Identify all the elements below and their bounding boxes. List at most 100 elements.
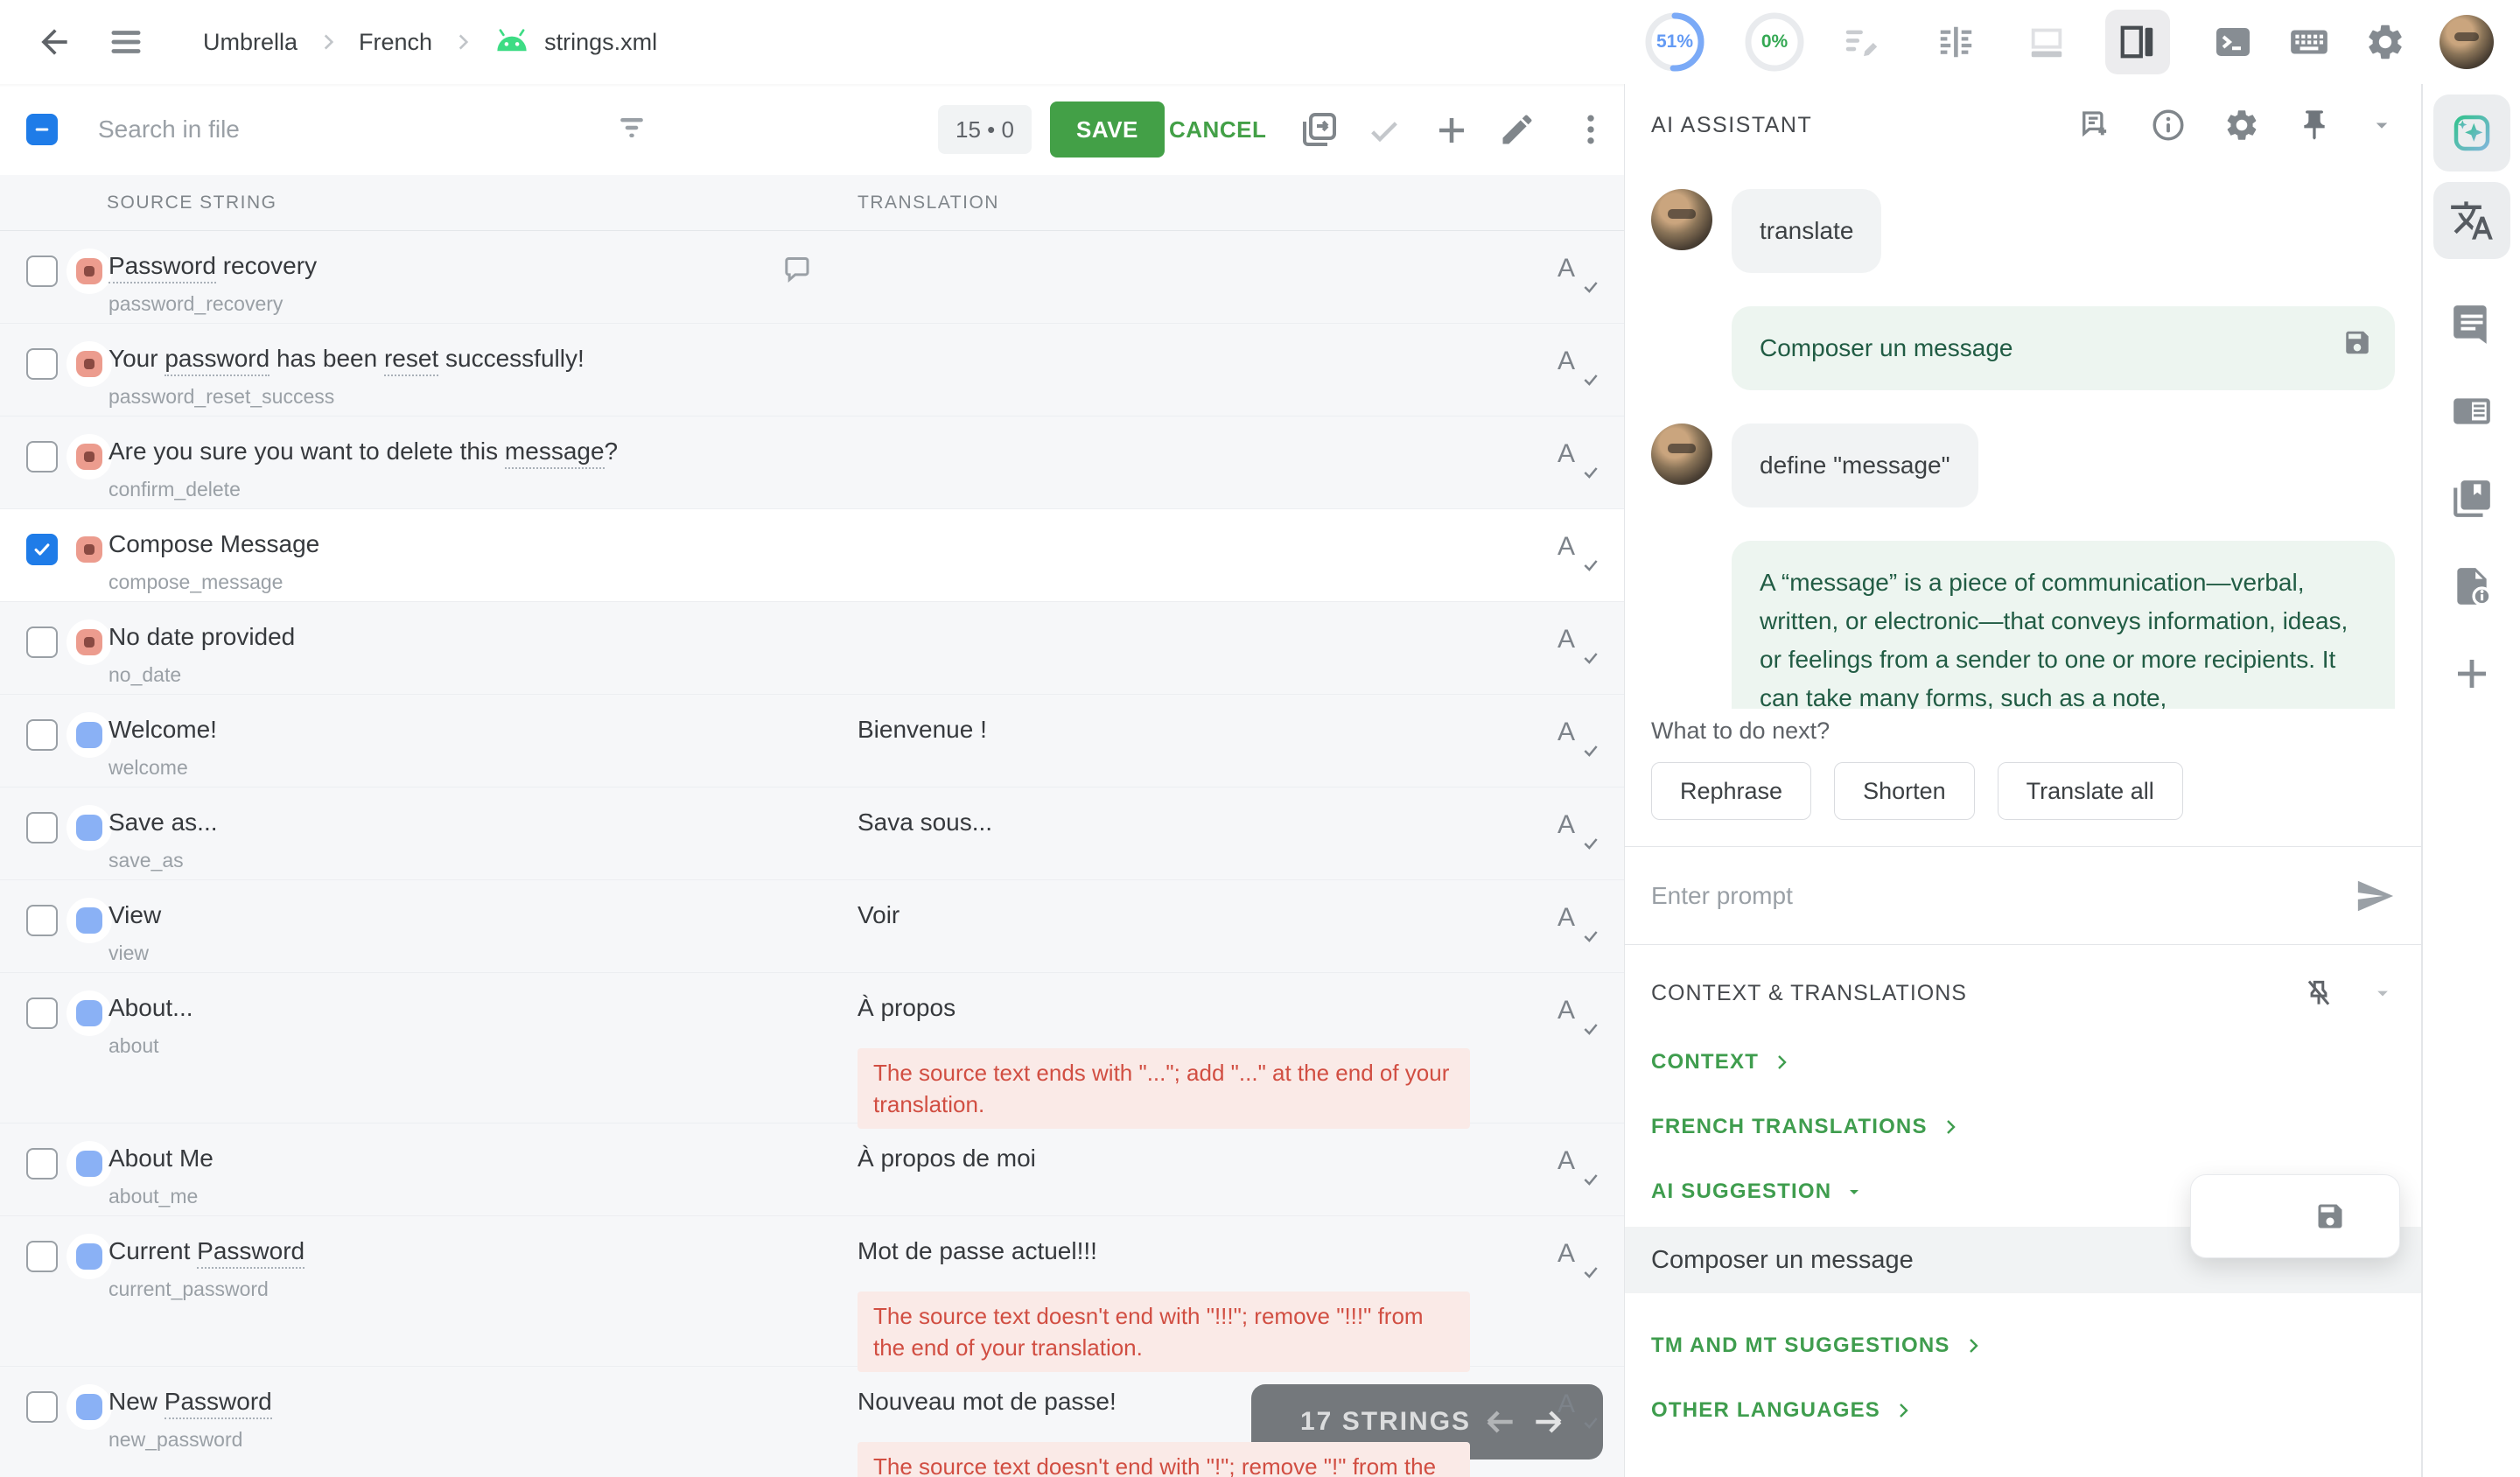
context-card-icon[interactable] bbox=[2433, 373, 2510, 450]
string-counter: 15 • 0 bbox=[938, 105, 1032, 154]
ai-assistant-icon[interactable] bbox=[2433, 94, 2510, 172]
proofread-icon[interactable]: A bbox=[1558, 625, 1598, 665]
row-checkbox[interactable] bbox=[26, 348, 58, 380]
comment-icon[interactable] bbox=[781, 252, 816, 291]
console-icon[interactable] bbox=[2212, 21, 2254, 63]
proofread-icon[interactable]: A bbox=[1558, 1239, 1598, 1279]
row-checkbox[interactable] bbox=[26, 441, 58, 472]
glossary-term[interactable]: reset bbox=[384, 345, 438, 376]
glossary-term[interactable]: Password bbox=[197, 1237, 304, 1269]
proofread-icon[interactable]: A bbox=[1558, 254, 1598, 294]
context-section-toggle[interactable]: CONTEXT bbox=[1651, 1050, 2395, 1074]
context-section-toggle[interactable]: OTHER LANGUAGES bbox=[1651, 1398, 2395, 1423]
proofread-icon[interactable]: A bbox=[1558, 1146, 1598, 1186]
row-checkbox[interactable] bbox=[26, 626, 58, 658]
context-section-toggle[interactable]: TM AND MT SUGGESTIONS bbox=[1651, 1334, 2395, 1358]
unpin-icon[interactable] bbox=[2302, 976, 2335, 1010]
row-checkbox[interactable] bbox=[26, 905, 58, 936]
table-row[interactable]: Current Password current_password Mot de… bbox=[0, 1216, 1624, 1367]
translation-progress-ring[interactable]: 51% bbox=[1642, 9, 1708, 75]
notes-edit-icon[interactable] bbox=[1841, 22, 1881, 62]
add-panel-icon[interactable] bbox=[2433, 635, 2510, 712]
table-row[interactable]: Password recovery password_recovery A bbox=[0, 231, 1624, 324]
search-input[interactable] bbox=[98, 103, 588, 156]
ai-action-button[interactable]: Shorten bbox=[1834, 762, 1975, 820]
ai-sparkle-icon[interactable] bbox=[2244, 1194, 2288, 1238]
row-checkbox[interactable] bbox=[26, 256, 58, 287]
table-row[interactable]: About Me about_me À propos de moi A bbox=[0, 1124, 1624, 1216]
suggestion-actions-card bbox=[2190, 1174, 2400, 1258]
info-icon[interactable] bbox=[2150, 107, 2187, 144]
filter-icon[interactable] bbox=[612, 108, 651, 151]
menu-icon[interactable] bbox=[107, 23, 145, 61]
avatar[interactable] bbox=[2440, 15, 2494, 69]
proofread-icon[interactable]: A bbox=[1558, 346, 1598, 387]
proofread-icon[interactable]: A bbox=[1558, 903, 1598, 943]
side-panel-icon[interactable] bbox=[2105, 10, 2170, 74]
gear-icon[interactable] bbox=[2223, 107, 2260, 144]
proofread-icon[interactable]: A bbox=[1558, 718, 1598, 758]
table-row[interactable]: Save as... save_as Sava sous... A bbox=[0, 788, 1624, 880]
table-row[interactable]: Welcome! welcome Bienvenue ! A bbox=[0, 695, 1624, 788]
breadcrumb: Umbrella French strings.xml bbox=[203, 28, 657, 57]
save-message-icon[interactable] bbox=[2342, 328, 2372, 369]
approval-progress-ring[interactable]: 0% bbox=[1741, 9, 1808, 75]
send-icon[interactable] bbox=[2355, 876, 2395, 916]
bottom-panel-icon[interactable] bbox=[2014, 10, 2079, 74]
status-badge bbox=[76, 1243, 102, 1270]
breadcrumb-project[interactable]: Umbrella bbox=[203, 29, 298, 56]
table-row[interactable]: Your password has been reset successfull… bbox=[0, 324, 1624, 416]
row-checkbox[interactable] bbox=[26, 1241, 58, 1272]
chevron-down-icon[interactable] bbox=[2369, 112, 2395, 138]
split-view-icon[interactable] bbox=[1923, 10, 1988, 74]
pin-icon[interactable] bbox=[2297, 108, 2332, 143]
save-button[interactable]: SAVE bbox=[1050, 102, 1165, 158]
glossary-term[interactable]: password bbox=[164, 345, 270, 376]
proofread-icon[interactable]: A bbox=[1558, 532, 1598, 572]
comments-icon[interactable] bbox=[2433, 285, 2510, 362]
new-chat-icon[interactable] bbox=[2076, 107, 2113, 144]
proofread-icon[interactable]: A bbox=[1558, 810, 1598, 850]
glossary-term[interactable]: message bbox=[505, 438, 605, 469]
edit-icon[interactable] bbox=[1498, 110, 1536, 153]
ai-action-button[interactable]: Translate all bbox=[1998, 762, 2183, 820]
more-icon[interactable] bbox=[1572, 110, 1610, 153]
table-row[interactable]: Are you sure you want to delete this mes… bbox=[0, 416, 1624, 509]
prev-arrow-icon[interactable] bbox=[1475, 1397, 1524, 1446]
row-checkbox[interactable] bbox=[26, 812, 58, 844]
row-checkbox[interactable] bbox=[26, 1391, 58, 1423]
file-info-icon[interactable] bbox=[2433, 548, 2510, 625]
prompt-input[interactable] bbox=[1651, 882, 2355, 910]
row-checkbox[interactable] bbox=[26, 1148, 58, 1180]
column-translation: TRANSLATION bbox=[858, 192, 999, 214]
approve-icon[interactable] bbox=[1367, 114, 1402, 153]
row-checkbox[interactable] bbox=[26, 998, 58, 1029]
settings-icon[interactable] bbox=[2364, 21, 2406, 63]
row-checkbox[interactable] bbox=[26, 719, 58, 751]
table-row[interactable]: About... about À propos The source text … bbox=[0, 973, 1624, 1124]
breadcrumb-file[interactable]: strings.xml bbox=[544, 29, 657, 56]
glossary-icon[interactable] bbox=[2433, 460, 2510, 537]
table-row[interactable]: View view Voir A bbox=[0, 880, 1624, 973]
cancel-button[interactable]: CANCEL bbox=[1169, 102, 1266, 158]
context-section-toggle[interactable]: FRENCH TRANSLATIONS bbox=[1651, 1115, 2395, 1139]
glossary-term[interactable]: Password bbox=[108, 252, 216, 284]
select-all-checkbox[interactable] bbox=[26, 114, 58, 145]
translate-icon[interactable] bbox=[2433, 182, 2510, 259]
ai-action-button[interactable]: Rephrase bbox=[1651, 762, 1811, 820]
qa-error: The source text doesn't end with "!!!"; … bbox=[858, 1292, 1470, 1372]
duplicate-icon[interactable] bbox=[1298, 108, 1340, 155]
keyboard-icon[interactable] bbox=[2287, 20, 2331, 64]
add-icon[interactable] bbox=[1433, 112, 1470, 153]
glossary-term[interactable]: Password bbox=[164, 1388, 272, 1419]
proofread-icon[interactable]: A bbox=[1558, 996, 1598, 1036]
proofread-icon[interactable]: A bbox=[1558, 439, 1598, 480]
table-row[interactable]: No date provided no_date A bbox=[0, 602, 1624, 695]
row-checkbox[interactable] bbox=[26, 534, 58, 565]
save-suggestion-icon[interactable] bbox=[2314, 1200, 2346, 1232]
table-row[interactable]: Compose Message compose_message A bbox=[0, 509, 1624, 602]
proofread-icon[interactable]: A bbox=[1558, 1390, 1598, 1430]
chevron-down-icon[interactable] bbox=[2370, 981, 2395, 1005]
back-icon[interactable] bbox=[35, 23, 74, 61]
breadcrumb-language[interactable]: French bbox=[359, 29, 432, 56]
